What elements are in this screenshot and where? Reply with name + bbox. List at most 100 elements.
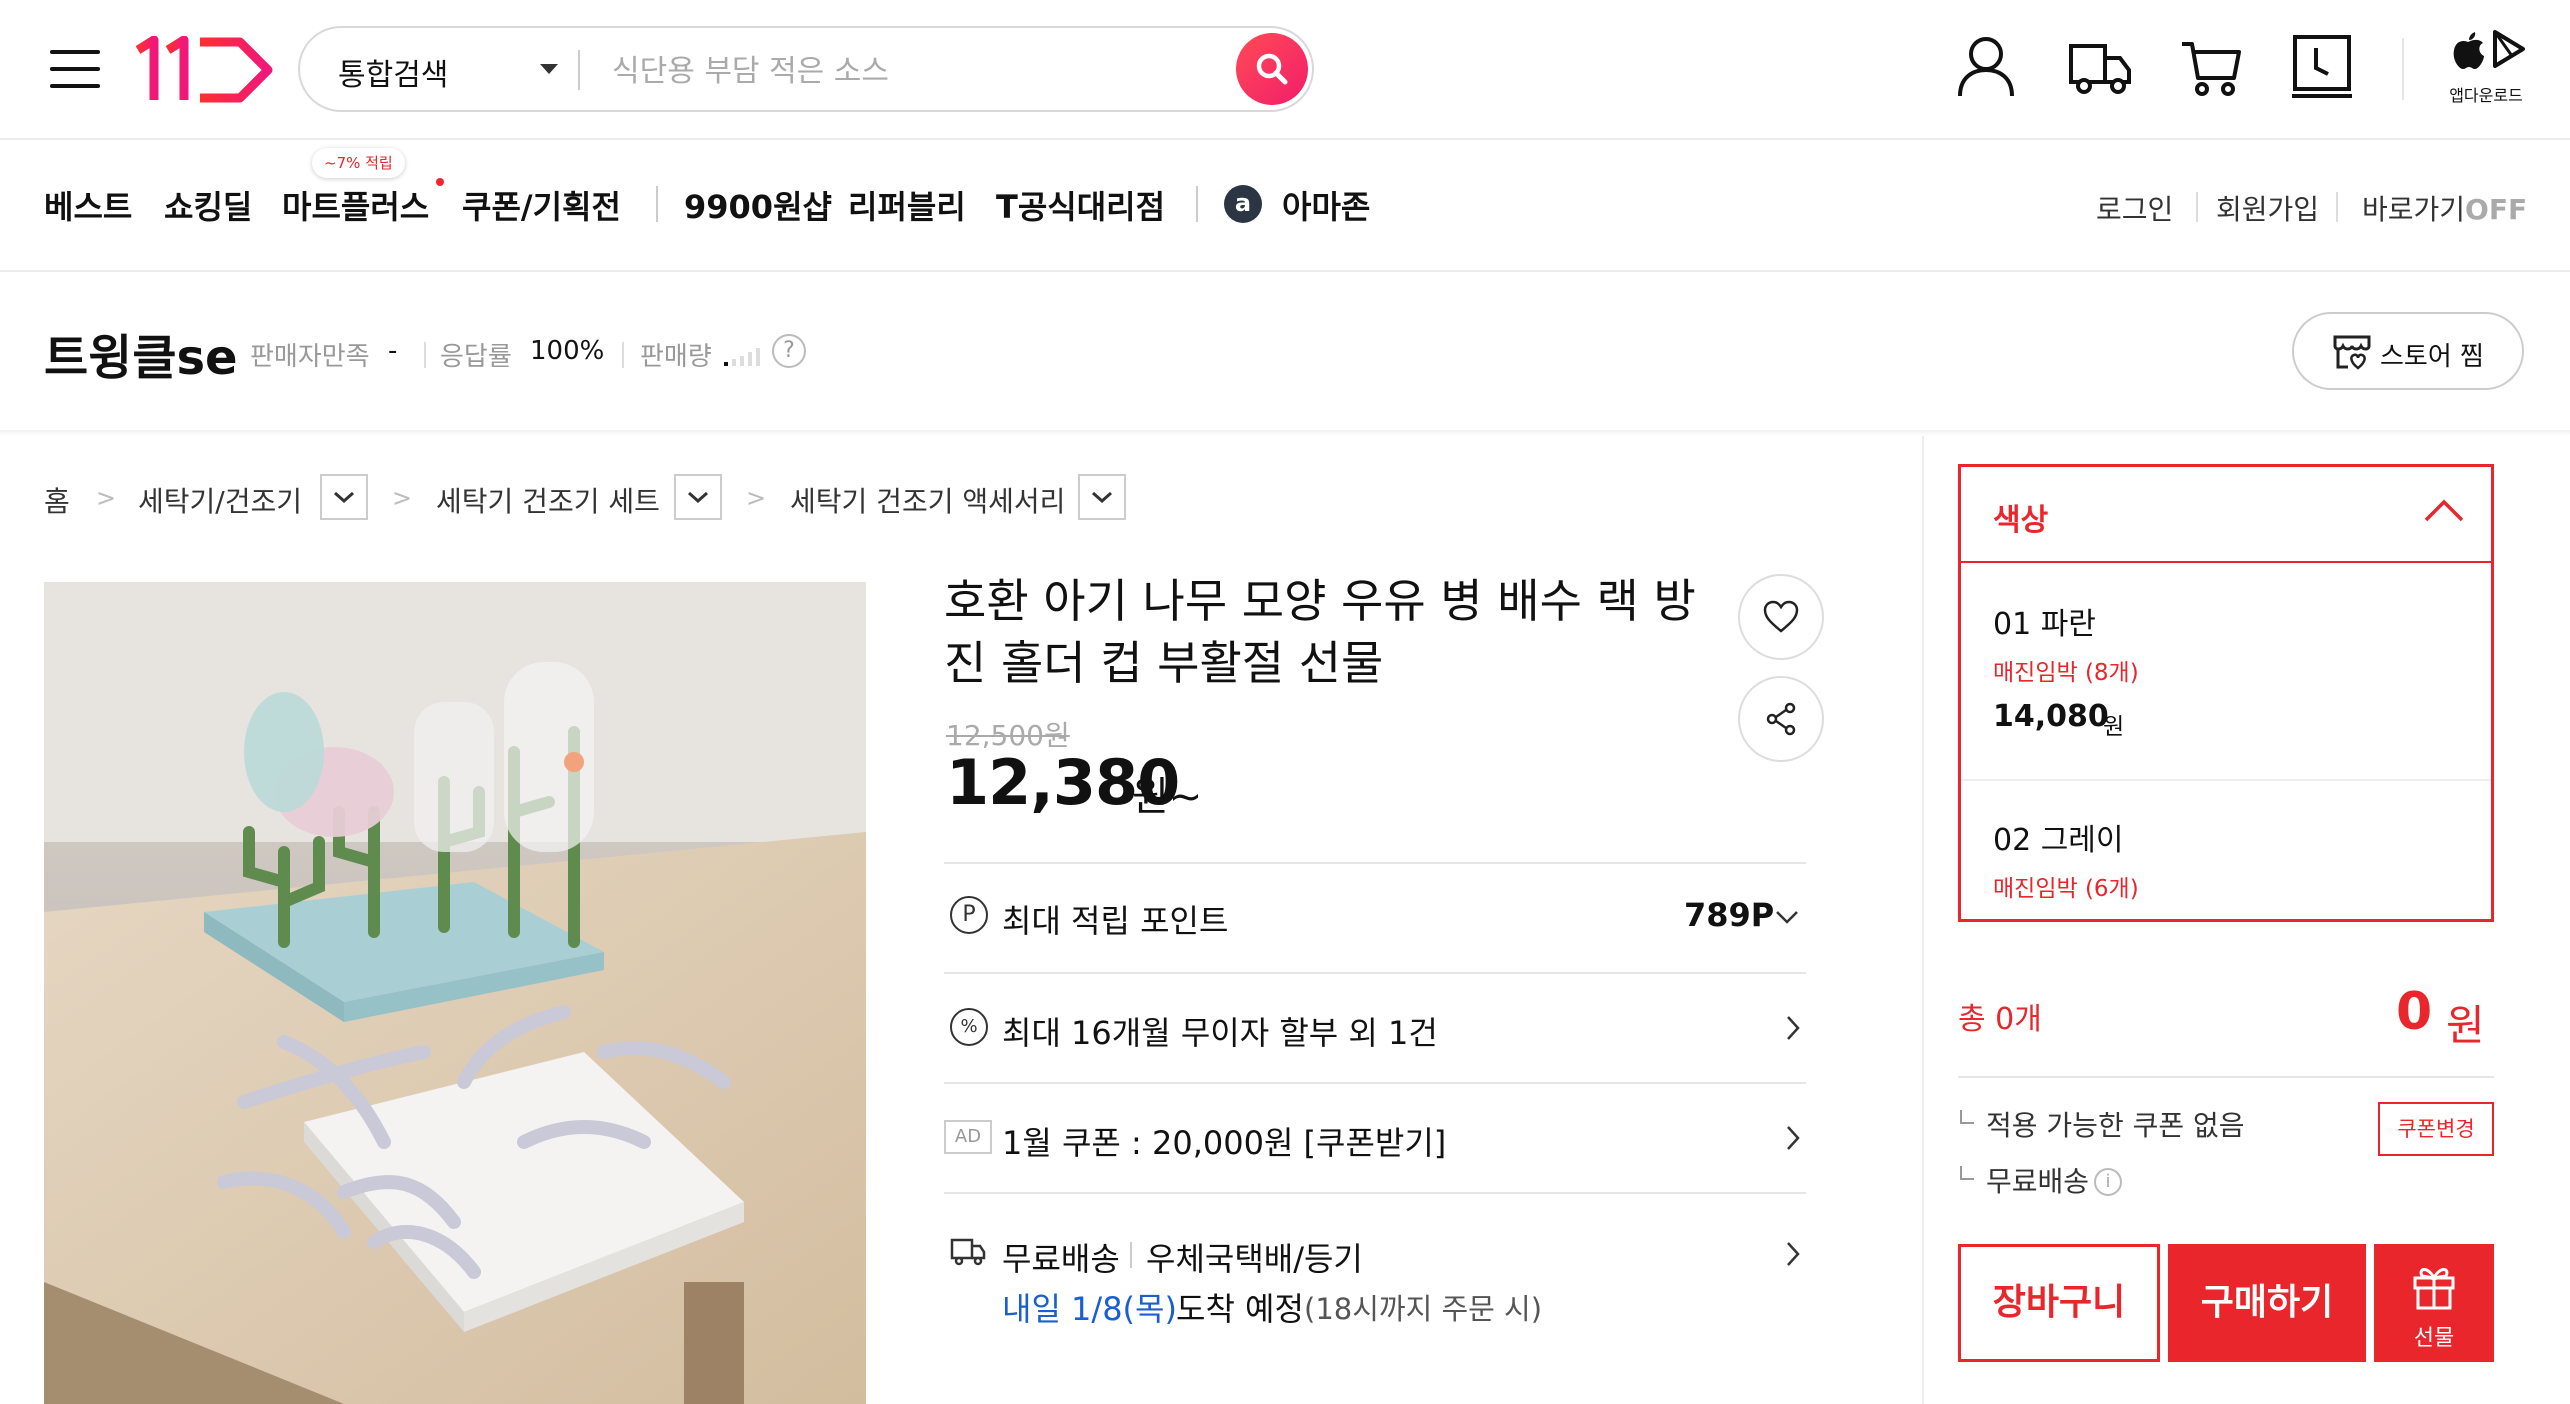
coupon-change-button[interactable]: 쿠폰변경 — [2378, 1102, 2494, 1156]
gift-icon — [2413, 1268, 2455, 1310]
option-item[interactable]: 02 그레이 매진임박 (6개) — [1961, 781, 2491, 921]
coupon-text: 1월 쿠폰 : 20,000원 [쿠폰받기] — [1002, 1124, 1447, 1162]
search-input[interactable] — [610, 44, 1174, 98]
search-button[interactable] — [1236, 33, 1308, 105]
satisfaction-value: - — [388, 336, 398, 366]
total-price: 0 — [2396, 982, 2433, 1042]
total-price-unit: 원 — [2446, 1001, 2485, 1050]
delivery-truck-icon[interactable] — [2068, 38, 2132, 102]
breadcrumb-dropdown-3[interactable] — [1078, 474, 1126, 520]
nav-item-9900-shop[interactable]: 9900원샵 — [684, 182, 832, 228]
app-download-label: 앱다운로드 — [2449, 86, 2523, 105]
chevron-right-icon: > — [96, 484, 117, 512]
nav-item-coupon[interactable]: 쿠폰/기획전 — [462, 182, 621, 228]
nav-item-refurbly[interactable]: 리퍼블리 — [848, 182, 966, 228]
coupon-row[interactable]: 1월 쿠폰 : 20,000원 [쿠폰받기] — [944, 1084, 1806, 1192]
option-price: 14,080 — [1993, 699, 2109, 734]
chevron-up-icon — [2424, 499, 2464, 522]
share-icon — [1766, 702, 1796, 736]
divider — [622, 342, 624, 368]
gift-button[interactable]: 선물 — [2374, 1244, 2494, 1362]
breadcrumb-dropdown-2[interactable] — [674, 474, 722, 520]
installment-row[interactable]: % 최대 16개월 무이자 할부 외 1건 — [944, 974, 1806, 1082]
nav-item-amazon[interactable]: 아마존 — [1282, 182, 1370, 228]
chevron-down-icon — [334, 491, 354, 504]
divider — [424, 342, 426, 368]
nav-item-t-official[interactable]: T공식대리점 — [996, 182, 1165, 228]
info-icon[interactable]: i — [2094, 1168, 2122, 1196]
gift-label: 선물 — [2413, 1326, 2455, 1351]
heart-icon — [1763, 600, 1799, 633]
delivery-truck-icon — [950, 1238, 986, 1266]
chevron-right-icon — [1787, 1242, 1800, 1266]
price-unit: 원~ — [1132, 774, 1203, 820]
coupon-note: 적용 가능한 쿠폰 없음 — [1986, 1109, 2245, 1142]
satisfaction-label: 판매자만족 — [250, 342, 370, 372]
add-to-cart-button[interactable]: 장바구니 — [1958, 1244, 2160, 1362]
option-price-unit: 원 — [2103, 714, 2125, 740]
store-follow-button[interactable]: 스토어 찜 — [2292, 312, 2524, 390]
installment-text: 최대 16개월 무이자 할부 외 1건 — [1002, 1014, 1438, 1052]
product-title: 호환 아기 나무 모양 우유 병 배수 랙 방진 홀더 컵 부활절 선물 — [944, 574, 1696, 690]
wishlist-button[interactable] — [1738, 574, 1824, 660]
nav-item-best[interactable]: 베스트 — [44, 182, 132, 228]
breadcrumb-home[interactable]: 홈 — [44, 480, 70, 520]
nav-item-shocking-deal[interactable]: 쇼킹딜 — [164, 182, 252, 228]
response-value: 100% — [530, 336, 605, 366]
chevron-right-icon — [1787, 1016, 1800, 1040]
buy-now-button[interactable]: 구매하기 — [2168, 1244, 2366, 1362]
chevron-down-icon — [1092, 491, 1112, 504]
new-dot-indicator — [436, 178, 444, 186]
shipping-method: 우체국택배/등기 — [1146, 1240, 1363, 1278]
panel-divider — [1922, 436, 1924, 1404]
total-count: 총 0개 — [1958, 1002, 2042, 1037]
search-category-select[interactable]: 통합검색 — [338, 50, 448, 94]
option-name: 02 그레이 — [1993, 823, 2124, 858]
option-name: 01 파란 — [1993, 607, 2096, 642]
points-label: 최대 적립 포인트 — [1002, 902, 1229, 940]
app-download-button[interactable]: 앱다운로드 — [2436, 28, 2536, 108]
my-account-icon[interactable] — [1956, 34, 2016, 102]
recent-viewed-icon[interactable] — [2292, 34, 2352, 104]
product-image[interactable] — [44, 582, 866, 1404]
menu-icon[interactable] — [50, 50, 100, 88]
option-stock: 매진임박 (6개) — [1993, 876, 2139, 902]
breadcrumb-level-1[interactable]: 세탁기/건조기 — [138, 480, 302, 520]
shortcut-toggle[interactable]: 바로가기OFF — [2362, 188, 2527, 228]
divider — [1130, 1242, 1132, 1268]
breadcrumb-level-3[interactable]: 세탁기 건조기 액세서리 — [790, 480, 1065, 520]
share-button[interactable] — [1738, 676, 1824, 762]
help-icon[interactable]: ? — [772, 334, 806, 368]
apple-icon — [2453, 32, 2484, 69]
logo[interactable] — [132, 35, 274, 104]
seller-name[interactable]: 트윙클se — [44, 318, 238, 388]
option-header[interactable]: 색상 — [1961, 467, 2491, 563]
breadcrumb-level-2[interactable]: 세탁기 건조기 세트 — [436, 480, 660, 520]
delivery-arrival: 도착 예정 — [1176, 1290, 1304, 1328]
shipping-free: 무료배송 — [1002, 1240, 1120, 1278]
signup-link[interactable]: 회원가입 — [2216, 188, 2319, 228]
shortcut-state: OFF — [2465, 193, 2528, 226]
points-value: 789P — [1684, 896, 1775, 934]
option-stock: 매진임박 (8개) — [1993, 660, 2139, 686]
divider — [2402, 38, 2404, 100]
store-heart-icon — [2333, 335, 2371, 370]
delivery-date: 내일 1/8(목) — [1002, 1290, 1177, 1328]
caret-down-icon[interactable] — [540, 64, 558, 74]
breadcrumb-dropdown-1[interactable] — [320, 474, 368, 520]
cart-icon[interactable] — [2180, 38, 2242, 102]
nav-item-mart-plus[interactable]: 마트플러스 — [282, 182, 429, 228]
divider — [578, 50, 580, 90]
option-item[interactable]: 01 파란 매진임박 (8개) 14,080 원 — [1961, 563, 2491, 783]
shipping-row[interactable]: 무료배송 우체국택배/등기 내일 1/8(목) 도착 예정 (18시까지 주문 … — [944, 1194, 1806, 1328]
divider — [2336, 192, 2338, 222]
points-row[interactable]: P 최대 적립 포인트 789P — [944, 864, 1806, 972]
store-follow-label: 스토어 찜 — [2380, 342, 2484, 372]
chevron-right-icon — [1787, 1126, 1800, 1150]
search-bar: 통합검색 — [298, 26, 1314, 112]
option-select: 색상 01 파란 매진임박 (8개) 14,080 원 02 그레이 매진임박 … — [1958, 464, 2494, 922]
chevron-down-icon — [1776, 911, 1798, 924]
login-link[interactable]: 로그인 — [2096, 188, 2173, 228]
summary-divider — [1958, 1076, 2494, 1078]
amazon-icon[interactable]: a — [1224, 185, 1262, 223]
